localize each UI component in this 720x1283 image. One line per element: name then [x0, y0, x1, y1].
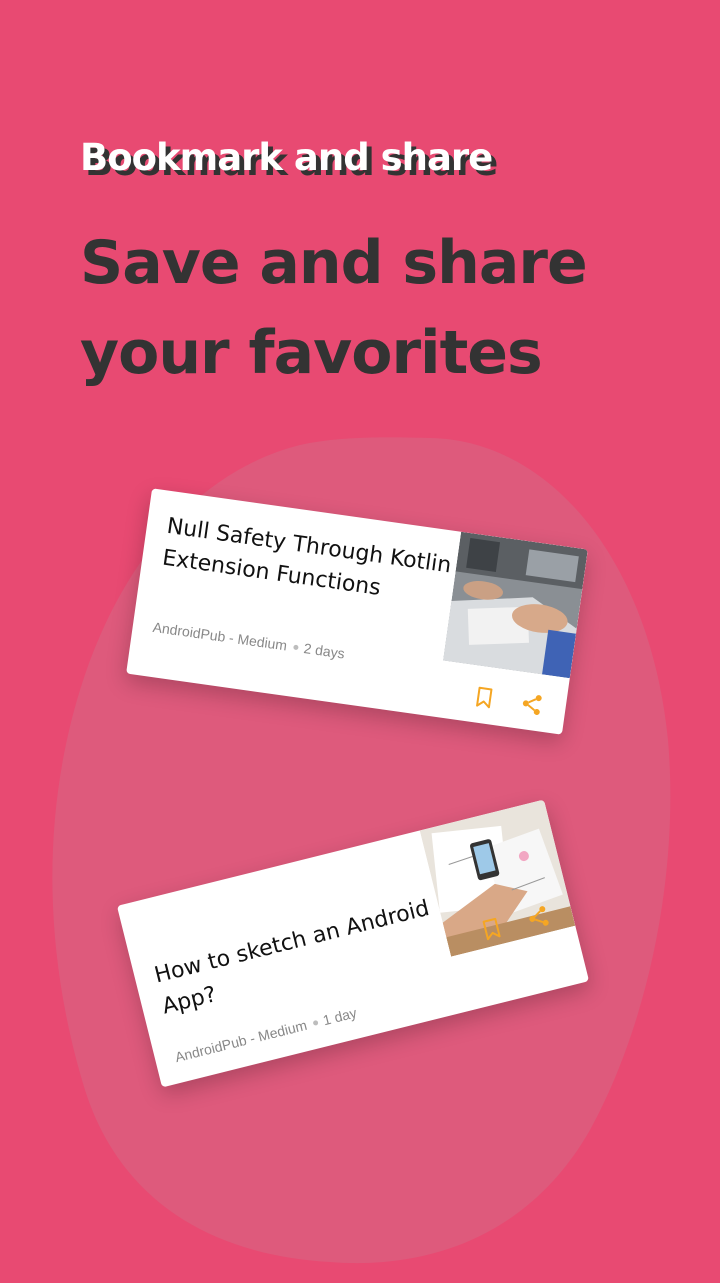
meta-separator	[293, 644, 300, 651]
screen-eyebrow: Bookmark and share	[80, 136, 493, 179]
article-age: 2 days	[302, 640, 346, 662]
share-icon[interactable]	[518, 691, 545, 718]
article-age: 1 day	[321, 1004, 359, 1029]
article-source: AndroidPub - Medium	[151, 618, 289, 654]
meta-separator	[312, 1019, 319, 1026]
article-actions	[471, 684, 546, 718]
bookmark-icon[interactable]	[471, 684, 498, 711]
article-thumbnail	[443, 531, 588, 679]
article-title[interactable]: Null Safety Through Kotlin Extension Fun…	[160, 511, 466, 616]
article-title[interactable]: How to sketch an Android App?	[151, 891, 448, 1023]
screen-headline: Save and share your favorites	[80, 218, 680, 398]
headline-line-2: your favorites	[80, 318, 543, 388]
article-meta: AndroidPub - Medium 2 days	[152, 619, 346, 662]
headline-line-1: Save and share	[80, 228, 588, 298]
